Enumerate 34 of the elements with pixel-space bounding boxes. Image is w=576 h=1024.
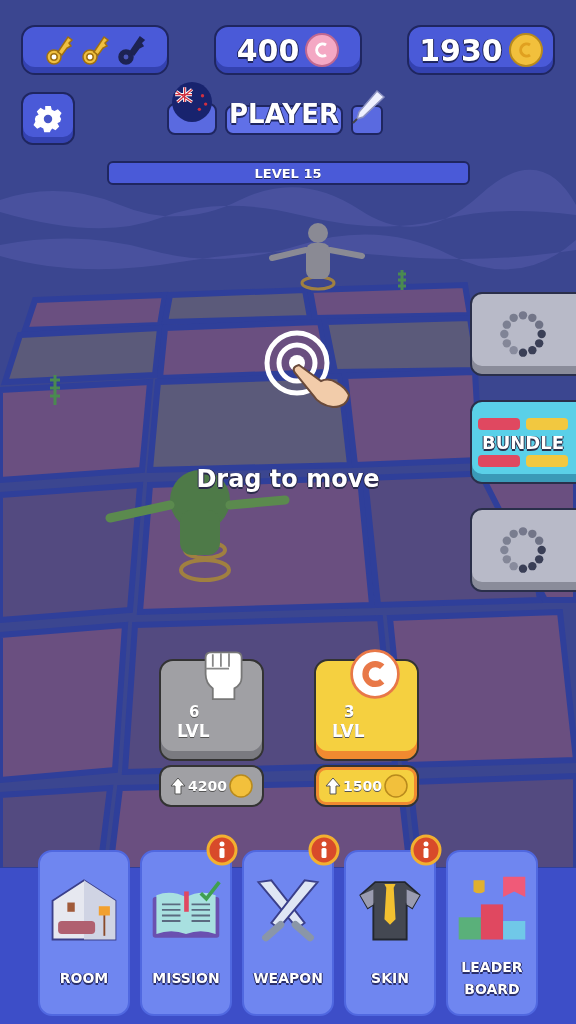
- nav-tab[interactable]: LEADER BOARD: [446, 850, 538, 1016]
- gems-amount: 400: [236, 32, 300, 68]
- upgrade-level-unit: LVL: [177, 721, 210, 741]
- nav-tab[interactable]: WEAPON: [242, 850, 334, 1016]
- nav-tab[interactable]: MISSION: [140, 850, 232, 1016]
- upgrade-cost: 1500: [343, 778, 382, 794]
- drag-hint: Drag to move: [196, 465, 380, 493]
- upgrade-cost-button[interactable]: 4200: [159, 765, 264, 807]
- stripes-icon: [478, 454, 568, 467]
- level-bar: LEVEL 15: [106, 161, 470, 185]
- coin-icon: [384, 774, 408, 798]
- upgrade-level: 3: [344, 703, 355, 721]
- upgrade-cost: 4200: [188, 778, 227, 794]
- settings-icon: [33, 103, 63, 134]
- settings-button[interactable]: [21, 92, 75, 145]
- player-name-button[interactable]: PLAYER: [225, 104, 343, 135]
- spring-icon: [48, 373, 62, 407]
- nav-tab[interactable]: SKIN: [344, 850, 436, 1016]
- loading-button[interactable]: [470, 292, 576, 376]
- nav-tab[interactable]: ROOM: [38, 850, 130, 1016]
- stripes-icon: [478, 417, 568, 430]
- gem-coin-icon: [305, 33, 340, 67]
- upgrade-level-unit: LVL: [332, 721, 365, 741]
- coin-icon: [348, 647, 402, 701]
- up-arrow-icon: [170, 777, 186, 795]
- flag-icon: [171, 80, 213, 123]
- coins-amount: 1930: [419, 32, 503, 68]
- spring-icon: [396, 268, 408, 292]
- bundle-button[interactable]: BUNDLE: [470, 400, 576, 484]
- coin-icon: [508, 33, 543, 67]
- up-arrow-icon: [325, 777, 341, 795]
- loading-button[interactable]: [470, 508, 576, 592]
- upgrade-level: 6: [189, 703, 200, 721]
- coin-icon: [229, 774, 253, 798]
